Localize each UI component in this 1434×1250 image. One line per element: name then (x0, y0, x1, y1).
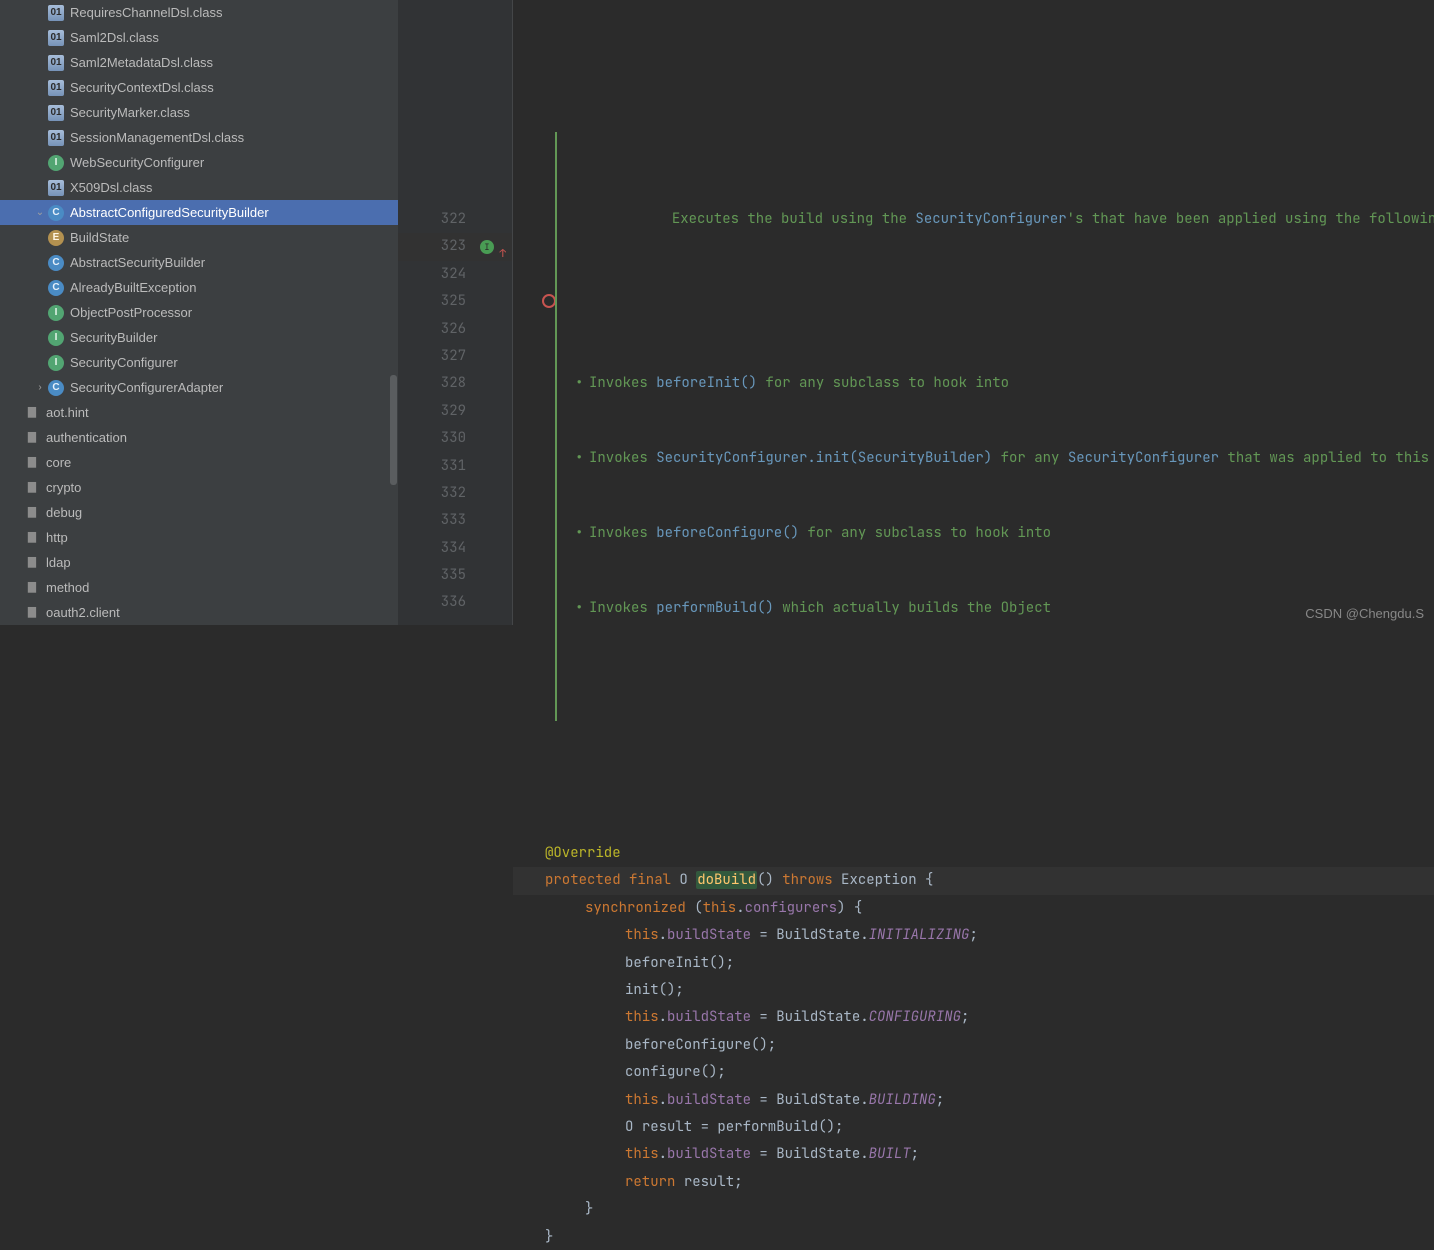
javadoc-block: Executes the build using the SecurityCon… (513, 82, 1333, 785)
doc-text: 's that have been applied using the foll… (1067, 210, 1434, 228)
tree-class-selected[interactable]: ⌄ C AbstractConfiguredSecurityBuilder (0, 200, 398, 225)
code-line[interactable]: this.buildState = BuildState.INITIALIZIN… (513, 922, 1434, 949)
tree-enum[interactable]: EBuildState (0, 225, 398, 250)
classfile-icon: 01 (48, 55, 64, 71)
code-line[interactable]: this.buildState = BuildState.BUILDING; (513, 1087, 1434, 1114)
classfile-icon: 01 (48, 130, 64, 146)
interface-icon: I (48, 155, 64, 171)
code-line[interactable]: beforeInit(); (513, 950, 1434, 977)
tree-class[interactable]: CAlreadyBuiltException (0, 275, 398, 300)
code-line[interactable]: beforeConfigure(); (513, 1032, 1434, 1059)
classfile-icon: 01 (48, 180, 64, 196)
code-line[interactable]: O result = performBuild(); (513, 1114, 1434, 1141)
line-number[interactable]: 323I↑ (398, 233, 512, 260)
tree-package[interactable]: ▇core (0, 450, 398, 475)
folder-icon: ▇ (24, 430, 40, 446)
tree-package[interactable]: ▇debug (0, 500, 398, 525)
folder-icon: ▇ (24, 555, 40, 571)
tree-package[interactable]: ▇authentication (0, 425, 398, 450)
interface-icon: I (48, 330, 64, 346)
classfile-icon: 01 (48, 105, 64, 121)
line-number[interactable]: 327 (398, 343, 512, 370)
line-number[interactable]: 332 (398, 480, 512, 507)
line-number[interactable]: 335 (398, 562, 512, 589)
line-number[interactable]: 322 (398, 206, 512, 233)
classfile-icon: 01 (48, 30, 64, 46)
tree-class[interactable]: ›CSecurityConfigurerAdapter (0, 375, 398, 400)
doc-ref[interactable]: SecurityConfigurer.init(SecurityBuilder) (656, 449, 992, 467)
scrollbar-thumb[interactable] (390, 375, 397, 485)
doc-ref[interactable]: performBuild() (656, 599, 774, 617)
tree-file[interactable]: 01RequiresChannelDsl.class (0, 0, 398, 25)
tree-file[interactable]: 01Saml2MetadataDsl.class (0, 50, 398, 75)
override-marker-icon[interactable]: I (480, 240, 494, 254)
line-number[interactable]: 325 (398, 288, 512, 315)
tree-file[interactable]: IWebSecurityConfigurer (0, 150, 398, 175)
interface-icon: I (48, 305, 64, 321)
code-line[interactable]: this.buildState = BuildState.BUILT; (513, 1141, 1434, 1168)
doc-ref[interactable]: beforeInit() (656, 374, 757, 392)
code-line[interactable]: protected final O doBuild() throws Excep… (513, 867, 1434, 894)
tree-package[interactable]: ▇ldap (0, 550, 398, 575)
classfile-icon: 01 (48, 5, 64, 21)
line-number[interactable]: 326 (398, 316, 512, 343)
folder-icon: ▇ (24, 480, 40, 496)
code-line[interactable]: configure(); (513, 1059, 1434, 1086)
tree-package[interactable]: ▇http (0, 525, 398, 550)
editor-gutter[interactable]: 322323I↑32432532632732832933033133233333… (398, 0, 513, 625)
line-number[interactable]: 331 (398, 453, 512, 480)
code-line[interactable]: } (513, 1196, 1434, 1223)
classfile-icon: 01 (48, 80, 64, 96)
line-number[interactable]: 328 (398, 370, 512, 397)
tree-file[interactable]: 01SecurityMarker.class (0, 100, 398, 125)
code-line[interactable]: @Override (513, 840, 1434, 867)
code-line[interactable]: return result; (513, 1169, 1434, 1196)
class-icon: C (48, 205, 64, 221)
code-line[interactable]: this.buildState = BuildState.CONFIGURING… (513, 1004, 1434, 1031)
folder-icon: ▇ (24, 580, 40, 596)
code-area[interactable]: Executes the build using the SecurityCon… (513, 0, 1434, 625)
tree-file[interactable]: 01SessionManagementDsl.class (0, 125, 398, 150)
line-number[interactable]: 333 (398, 507, 512, 534)
tree-class[interactable]: CAbstractSecurityBuilder (0, 250, 398, 275)
tree-interface[interactable]: ISecurityBuilder (0, 325, 398, 350)
folder-icon: ▇ (24, 505, 40, 521)
line-number[interactable]: 334 (398, 535, 512, 562)
folder-icon: ▇ (24, 530, 40, 546)
chevron-right-icon[interactable]: › (32, 382, 48, 393)
tree-package[interactable]: ▇crypto (0, 475, 398, 500)
tree-package[interactable]: ▇method (0, 575, 398, 600)
code-line[interactable]: } (513, 1224, 1434, 1250)
doc-ref[interactable]: SecurityConfigurer (915, 210, 1066, 228)
line-number[interactable]: 336 (398, 589, 512, 616)
interface-icon: I (48, 355, 64, 371)
enum-icon: E (48, 230, 64, 246)
line-number[interactable]: 324 (398, 261, 512, 288)
chevron-down-icon[interactable]: ⌄ (32, 207, 48, 218)
tree-file[interactable]: 01Saml2Dsl.class (0, 25, 398, 50)
tree-file[interactable]: 01SecurityContextDsl.class (0, 75, 398, 100)
doc-text: Executes the build using the (672, 210, 916, 228)
tree-interface[interactable]: ISecurityConfigurer (0, 350, 398, 375)
folder-icon: ▇ (24, 455, 40, 471)
doc-ref[interactable]: SecurityConfigurer (1068, 449, 1219, 467)
class-icon: C (48, 255, 64, 271)
doc-ref[interactable]: beforeConfigure() (656, 524, 799, 542)
code-line[interactable]: init(); (513, 977, 1434, 1004)
tree-package[interactable]: ▇aot.hint (0, 400, 398, 425)
tree-file[interactable]: 01X509Dsl.class (0, 175, 398, 200)
project-tree[interactable]: 01RequiresChannelDsl.class 01Saml2Dsl.cl… (0, 0, 398, 625)
tree-package[interactable]: ▇oauth2.client (0, 600, 398, 625)
class-icon: C (48, 280, 64, 296)
line-number[interactable]: 329 (398, 398, 512, 425)
line-number[interactable]: 330 (398, 425, 512, 452)
folder-icon: ▇ (24, 605, 40, 621)
code-line[interactable]: synchronized (this.configurers) { (513, 895, 1434, 922)
tree-interface[interactable]: IObjectPostProcessor (0, 300, 398, 325)
code-editor[interactable]: 322323I↑32432532632732832933033133233333… (398, 0, 1434, 625)
class-icon: C (48, 380, 64, 396)
folder-icon: ▇ (24, 405, 40, 421)
